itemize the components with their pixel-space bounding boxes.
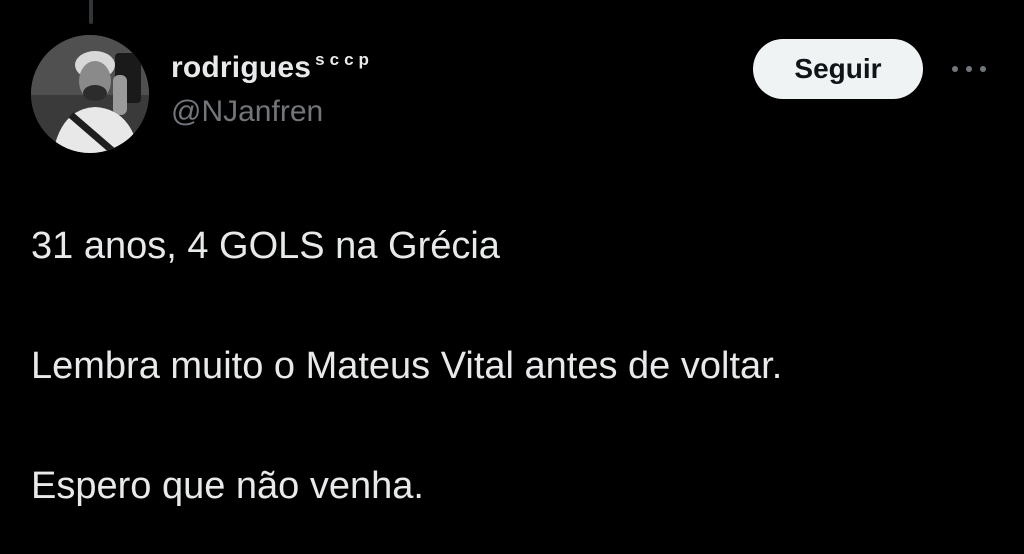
user-info: rodrigues sccp @NJanfren (171, 50, 374, 130)
tweet-paragraph: 31 anos, 4 GOLS na Grécia (31, 225, 500, 267)
more-options-button[interactable] (944, 58, 994, 80)
user-handle[interactable]: @NJanfren (171, 94, 374, 130)
display-name[interactable]: rodrigues sccp (171, 50, 374, 86)
display-name-text[interactable]: rodrigues (171, 50, 311, 86)
more-horizontal-icon (952, 66, 986, 72)
tweet-paragraph: Lembra muito o Mateus Vital antes de vol… (31, 345, 783, 387)
avatar[interactable] (31, 35, 149, 153)
tweet-paragraph: Espero que não venha. (31, 465, 424, 507)
follow-button[interactable]: Seguir (753, 39, 923, 99)
tweet-text: 31 anos, 4 GOLS na Grécia Lembra muito o… (31, 222, 991, 510)
thread-connector-line (89, 0, 93, 24)
display-name-suffix: sccp (315, 50, 374, 69)
avatar-image (31, 35, 149, 153)
